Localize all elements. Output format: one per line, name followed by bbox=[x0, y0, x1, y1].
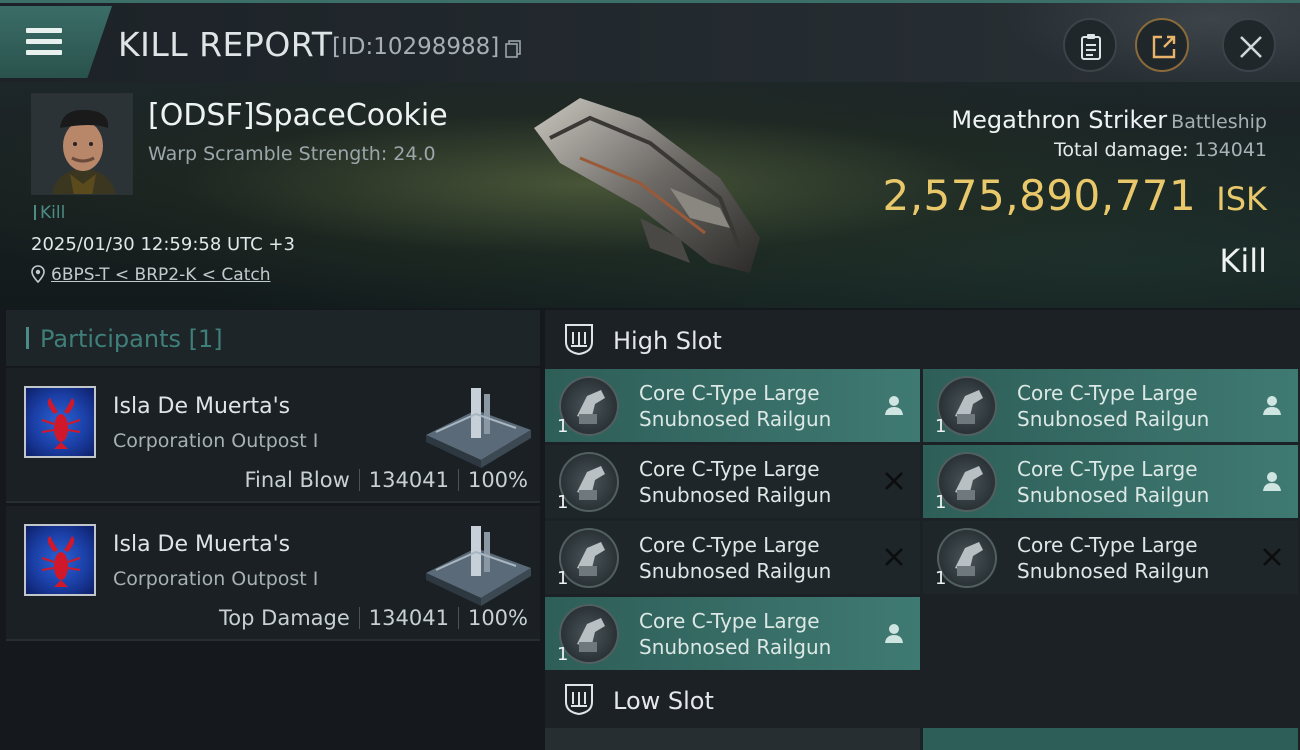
participant-percent: 100% bbox=[467, 468, 528, 492]
high-slot-icon bbox=[565, 324, 593, 356]
low-slot-icon bbox=[565, 684, 593, 716]
high-slot-header: High Slot bbox=[545, 310, 1300, 370]
module-slot[interactable]: 1 Core C-Type Large Snubnosed Railgun bbox=[923, 521, 1298, 594]
module-slot[interactable]: 1 Core C-Type Large Snubnosed Railgun bbox=[545, 445, 920, 518]
low-slot-header: Low Slot bbox=[545, 670, 1300, 730]
module-quantity: 1 bbox=[935, 492, 947, 513]
pilot-icon bbox=[1263, 472, 1281, 491]
participant-damage: 134041 bbox=[368, 468, 449, 492]
share-icon bbox=[1152, 35, 1176, 59]
participant-percent: 100% bbox=[467, 606, 528, 630]
victim-portrait[interactable] bbox=[31, 93, 133, 195]
module-slot[interactable]: 1 Core C-Type Large Snubnosed Railgun bbox=[545, 521, 920, 594]
participant-row[interactable]: Isla De Muerta's Corporation Outpost I T… bbox=[6, 506, 540, 641]
high-slot-label: High Slot bbox=[613, 327, 722, 355]
module-slot[interactable]: 1 Core C-Type Large Snubnosed Railgun bbox=[923, 369, 1298, 442]
module-name: Core C-Type Large Snubnosed Railgun bbox=[639, 609, 832, 659]
module-name: Core C-Type Large Snubnosed Railgun bbox=[639, 381, 832, 431]
participant-structure-type: Corporation Outpost I bbox=[113, 430, 319, 452]
total-damage: Total damage: 134041 bbox=[1054, 139, 1267, 161]
isk-amount: 2,575,890,771 bbox=[882, 171, 1197, 220]
close-button[interactable] bbox=[1222, 18, 1276, 72]
share-button[interactable] bbox=[1135, 18, 1189, 72]
module-name: Core C-Type Large Snubnosed Railgun bbox=[639, 457, 832, 507]
report-id: [ID:10298988] bbox=[332, 34, 500, 60]
corp-logo bbox=[24, 524, 96, 596]
menu-button[interactable] bbox=[0, 6, 112, 78]
participant-name: Isla De Muerta's bbox=[113, 394, 291, 419]
kill-tag: Kill bbox=[34, 203, 65, 223]
module-name: Core C-Type Large Snubnosed Railgun bbox=[1017, 381, 1210, 431]
hamburger-icon bbox=[26, 28, 62, 56]
location-pin-icon bbox=[31, 265, 45, 283]
destroyed-x-icon bbox=[885, 548, 903, 566]
kill-location[interactable]: 6BPS-T < BRP2-K < Catch bbox=[31, 265, 270, 285]
clipboard-button[interactable] bbox=[1063, 18, 1117, 72]
module-quantity: 1 bbox=[557, 644, 569, 665]
lobster-icon bbox=[41, 536, 81, 587]
isk-unit: ISK bbox=[1216, 180, 1267, 218]
participant-role: Final Blow bbox=[244, 468, 350, 492]
warp-scramble-strength: Warp Scramble Strength: 24.0 bbox=[148, 143, 436, 165]
page-title: KILL REPORT bbox=[118, 25, 333, 64]
module-slot-partial[interactable] bbox=[545, 728, 920, 750]
location-link[interactable]: 6BPS-T < BRP2-K < Catch bbox=[51, 265, 270, 285]
module-name: Core C-Type Large Snubnosed Railgun bbox=[1017, 457, 1210, 507]
participants-title: Participants [1] bbox=[40, 325, 223, 353]
module-quantity: 1 bbox=[935, 568, 947, 589]
copy-icon[interactable] bbox=[505, 40, 521, 58]
total-damage-value: 134041 bbox=[1194, 139, 1267, 161]
fitting-panel: High Slot 1 Core C-Type Large Snubnosed … bbox=[545, 310, 1300, 750]
ship-image bbox=[534, 98, 760, 273]
module-quantity: 1 bbox=[557, 492, 569, 513]
participants-header: Participants [1] bbox=[6, 310, 540, 366]
participant-structure-type: Corporation Outpost I bbox=[113, 568, 319, 590]
participant-damage: 134041 bbox=[368, 606, 449, 630]
corp-logo bbox=[24, 386, 96, 458]
kill-timestamp: 2025/01/30 12:59:58 UTC +3 bbox=[31, 234, 295, 255]
structure-image bbox=[426, 388, 531, 468]
module-slot[interactable]: 1 Core C-Type Large Snubnosed Railgun bbox=[545, 369, 920, 442]
total-damage-label: Total damage: bbox=[1054, 139, 1189, 161]
structure-image bbox=[426, 526, 531, 606]
module-name: Core C-Type Large Snubnosed Railgun bbox=[1017, 533, 1210, 583]
clipboard-icon bbox=[1081, 34, 1101, 60]
module-quantity: 1 bbox=[557, 568, 569, 589]
low-slot-label: Low Slot bbox=[613, 687, 714, 715]
pilot-icon bbox=[885, 396, 903, 415]
participant-name: Isla De Muerta's bbox=[113, 532, 291, 557]
ship-class: Battleship bbox=[1171, 111, 1267, 133]
participant-row[interactable]: Isla De Muerta's Corporation Outpost I F… bbox=[6, 368, 540, 503]
participant-stats: Final Blow 134041 100% bbox=[244, 468, 528, 492]
module-slot-partial[interactable] bbox=[923, 728, 1298, 750]
victim-banner: [ODSF]SpaceCookie Warp Scramble Strength… bbox=[0, 82, 1300, 308]
module-quantity: 1 bbox=[557, 416, 569, 437]
destroyed-x-icon bbox=[885, 472, 903, 490]
ship-name: Megathron Striker Battleship bbox=[951, 106, 1267, 134]
module-slot[interactable]: 1 Core C-Type Large Snubnosed Railgun bbox=[923, 445, 1298, 518]
kill-result: Kill bbox=[1219, 242, 1267, 280]
participants-panel: Participants [1] Isla De Muerta's Corpor… bbox=[6, 310, 540, 750]
participant-stats: Top Damage 134041 100% bbox=[219, 606, 528, 630]
lobster-icon bbox=[41, 398, 81, 449]
destroyed-x-icon bbox=[1263, 548, 1281, 566]
close-icon bbox=[1240, 36, 1262, 58]
participant-role: Top Damage bbox=[219, 606, 350, 630]
top-bar: KILL REPORT [ID:10298988] bbox=[0, 0, 1300, 85]
module-slot[interactable]: 1 Core C-Type Large Snubnosed Railgun bbox=[545, 597, 920, 670]
module-name: Core C-Type Large Snubnosed Railgun bbox=[639, 533, 832, 583]
isk-value: 2,575,890,771 ISK bbox=[882, 171, 1267, 220]
pilot-icon bbox=[1263, 396, 1281, 415]
pilot-icon bbox=[885, 624, 903, 643]
ship-model: Megathron Striker bbox=[951, 106, 1168, 134]
victim-name[interactable]: [ODSF]SpaceCookie bbox=[148, 98, 448, 133]
module-quantity: 1 bbox=[935, 416, 947, 437]
